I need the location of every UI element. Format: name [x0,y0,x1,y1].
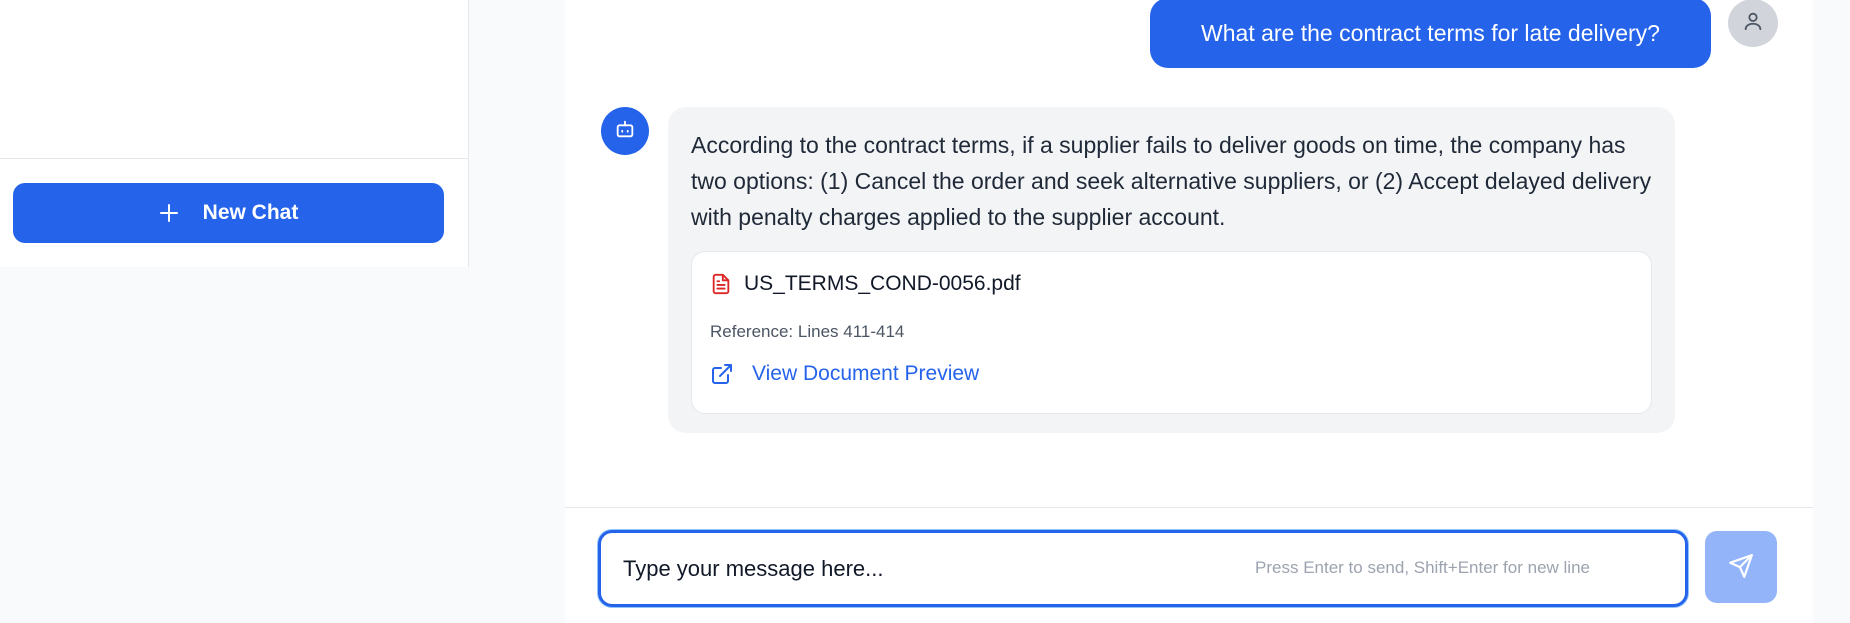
message-input[interactable] [623,533,1183,604]
source-file-name: US_TERMS_COND-0056.pdf [744,272,1021,295]
external-link-icon [710,362,734,386]
sidebar: New Chat [0,0,469,267]
new-chat-label: New Chat [202,201,299,224]
user-message-text: What are the contract terms for late del… [1201,19,1660,46]
view-document-preview-link[interactable]: View Document Preview [710,362,979,386]
bot-message-text: According to the contract terms, if a su… [691,132,1652,230]
preview-link-label: View Document Preview [752,362,980,385]
composer: Press Enter to send, Shift+Enter for new… [598,530,1688,607]
bot-icon [614,118,636,145]
composer-hint: Press Enter to send, Shift+Enter for new… [1255,558,1590,577]
composer-divider [565,507,1813,508]
file-text-icon [710,272,732,296]
user-message-bubble: What are the contract terms for late del… [1150,0,1711,68]
send-icon [1728,553,1754,582]
user-icon [1742,10,1764,37]
send-button[interactable] [1705,531,1777,603]
bot-avatar [601,107,649,155]
user-avatar [1728,0,1778,47]
source-reference: Reference: Lines 411-414 [710,322,905,341]
source-card: US_TERMS_COND-0056.pdf Reference: Lines … [691,251,1652,414]
bot-message-bubble: According to the contract terms, if a su… [668,107,1675,433]
chat-area: What are the contract terms for late del… [565,0,1813,623]
new-chat-button[interactable]: New Chat [13,183,444,243]
sidebar-divider [0,158,469,159]
source-file: US_TERMS_COND-0056.pdf [710,272,1021,296]
plus-icon [159,203,179,223]
